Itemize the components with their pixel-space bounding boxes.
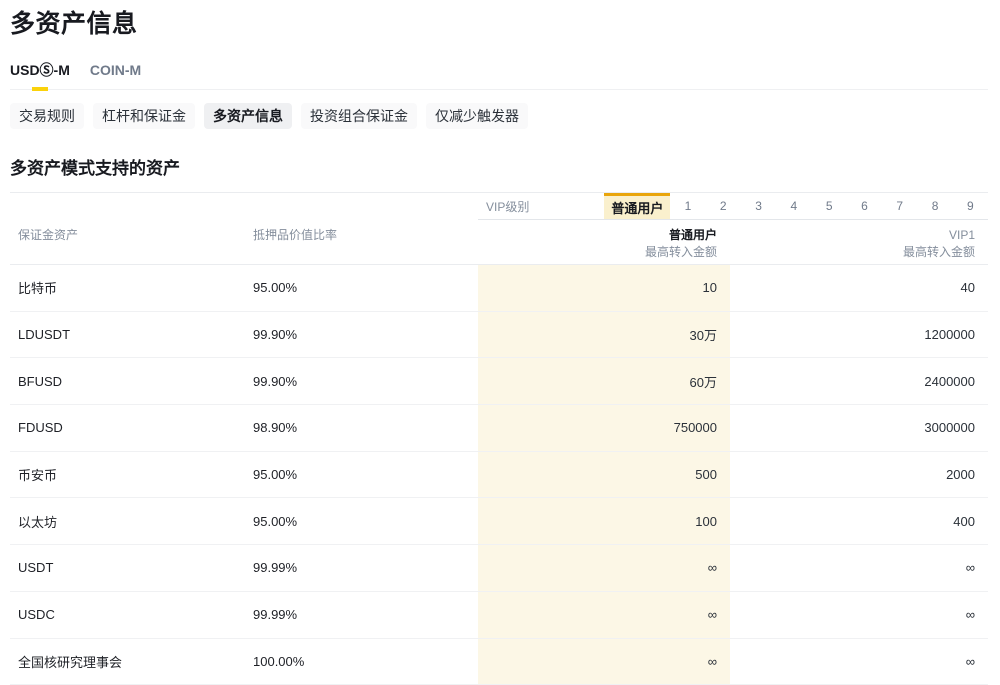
- pill-portfolio-margin[interactable]: 投资组合保证金: [301, 103, 417, 129]
- asset-name: 全国核研究理事会: [10, 639, 253, 685]
- vip1-max-amount: 40: [730, 265, 988, 311]
- table-body: 比特币95.00%1040LDUSDT99.90%30万1200000BFUSD…: [10, 265, 988, 685]
- vip1-max-amount: ∞: [730, 592, 988, 638]
- table-row: 全国核研究理事会100.00%∞∞: [10, 639, 988, 685]
- collateral-ratio: 99.90%: [253, 358, 478, 404]
- regular-user-max-amount: 30万: [478, 312, 730, 358]
- collateral-ratio: 95.00%: [253, 265, 478, 311]
- vip-level-7[interactable]: 7: [882, 193, 917, 219]
- regular-user-max-amount: 750000: [478, 405, 730, 451]
- vip-level-selector: VIP级别 普通用户 123456789: [478, 193, 988, 220]
- vip1-max-amount: ∞: [730, 639, 988, 685]
- header-vip1-sub: 最高转入金额: [730, 244, 975, 261]
- sub-nav: 交易规则 杠杆和保证金 多资产信息 投资组合保证金 仅减少触发器: [10, 103, 988, 129]
- vip-level-9[interactable]: 9: [953, 193, 988, 219]
- asset-name: LDUSDT: [10, 312, 253, 358]
- section-heading: 多资产模式支持的资产: [10, 154, 988, 179]
- regular-user-max-amount: ∞: [478, 545, 730, 591]
- asset-name: USDC: [10, 592, 253, 638]
- header-vip1-title: VIP1: [730, 227, 975, 244]
- regular-user-max-amount: 500: [478, 452, 730, 498]
- table-header-row: 保证金资产 抵押品价值比率 普通用户 最高转入金额 VIP1 最高转入金额: [10, 220, 988, 265]
- vip1-max-amount: 2000: [730, 452, 988, 498]
- vip-level-list: 123456789: [670, 193, 988, 219]
- asset-name: 币安币: [10, 452, 253, 498]
- vip-level-3[interactable]: 3: [741, 193, 776, 219]
- vip-level-4[interactable]: 4: [776, 193, 811, 219]
- header-margin-asset: 保证金资产: [10, 220, 253, 264]
- table-row: LDUSDT99.90%30万1200000: [10, 312, 988, 359]
- collateral-ratio: 99.90%: [253, 312, 478, 358]
- asset-name: 比特币: [10, 265, 253, 311]
- vip-level-1[interactable]: 1: [670, 193, 705, 219]
- regular-user-max-amount: ∞: [478, 592, 730, 638]
- asset-name: 以太坊: [10, 498, 253, 544]
- pill-multi-asset-info[interactable]: 多资产信息: [204, 103, 292, 129]
- table-row: USDT99.99%∞∞: [10, 545, 988, 592]
- collateral-ratio: 98.90%: [253, 405, 478, 451]
- table-row: 币安币95.00%5002000: [10, 452, 988, 499]
- collateral-ratio: 100.00%: [253, 639, 478, 685]
- vip-level-5[interactable]: 5: [812, 193, 847, 219]
- table-row: BFUSD99.90%60万2400000: [10, 358, 988, 405]
- asset-name: BFUSD: [10, 358, 253, 404]
- pill-trading-rules[interactable]: 交易规则: [10, 103, 84, 129]
- asset-name: FDUSD: [10, 405, 253, 451]
- header-regular-user-max: 普通用户 最高转入金额: [478, 220, 730, 264]
- multi-asset-table: VIP级别 普通用户 123456789 保证金资产 抵押品价值比率 普通用户 …: [10, 192, 988, 685]
- vip-tab-regular-user[interactable]: 普通用户: [604, 193, 670, 219]
- pill-leverage-margin[interactable]: 杠杆和保证金: [93, 103, 195, 129]
- regular-user-max-amount: ∞: [478, 639, 730, 685]
- vip1-max-amount: 1200000: [730, 312, 988, 358]
- regular-user-max-amount: 60万: [478, 358, 730, 404]
- page-title: 多资产信息: [10, 0, 988, 39]
- vip1-max-amount: 400: [730, 498, 988, 544]
- vip1-max-amount: ∞: [730, 545, 988, 591]
- asset-name: USDT: [10, 545, 253, 591]
- collateral-ratio: 99.99%: [253, 592, 478, 638]
- tab-usds-m[interactable]: USDⓈ-M: [10, 62, 70, 78]
- collateral-ratio: 99.99%: [253, 545, 478, 591]
- vip1-max-amount: 2400000: [730, 358, 988, 404]
- regular-user-max-amount: 100: [478, 498, 730, 544]
- header-vip1-max: VIP1 最高转入金额: [730, 220, 988, 264]
- header-regular-user-title: 普通用户: [478, 227, 717, 244]
- table-row: 比特币95.00%1040: [10, 265, 988, 312]
- table-row: USDC99.99%∞∞: [10, 592, 988, 639]
- collateral-ratio: 95.00%: [253, 498, 478, 544]
- collateral-ratio: 95.00%: [253, 452, 478, 498]
- regular-user-max-amount: 10: [478, 265, 730, 311]
- vip-level-8[interactable]: 8: [917, 193, 952, 219]
- pill-reduce-only-trigger[interactable]: 仅减少触发器: [426, 103, 528, 129]
- header-regular-user-sub: 最高转入金额: [478, 244, 717, 261]
- table-row: FDUSD98.90%7500003000000: [10, 405, 988, 452]
- market-tabs: USDⓈ-M COIN-M: [10, 62, 988, 90]
- table-row: 以太坊95.00%100400: [10, 498, 988, 545]
- vip-level-2[interactable]: 2: [706, 193, 741, 219]
- vip-level-label: VIP级别: [478, 193, 604, 219]
- tab-coin-m[interactable]: COIN-M: [90, 62, 141, 78]
- vip1-max-amount: 3000000: [730, 405, 988, 451]
- vip-level-6[interactable]: 6: [847, 193, 882, 219]
- page-container: 多资产信息 USDⓈ-M COIN-M 交易规则 杠杆和保证金 多资产信息 投资…: [10, 0, 988, 685]
- header-collateral-ratio: 抵押品价值比率: [253, 220, 478, 264]
